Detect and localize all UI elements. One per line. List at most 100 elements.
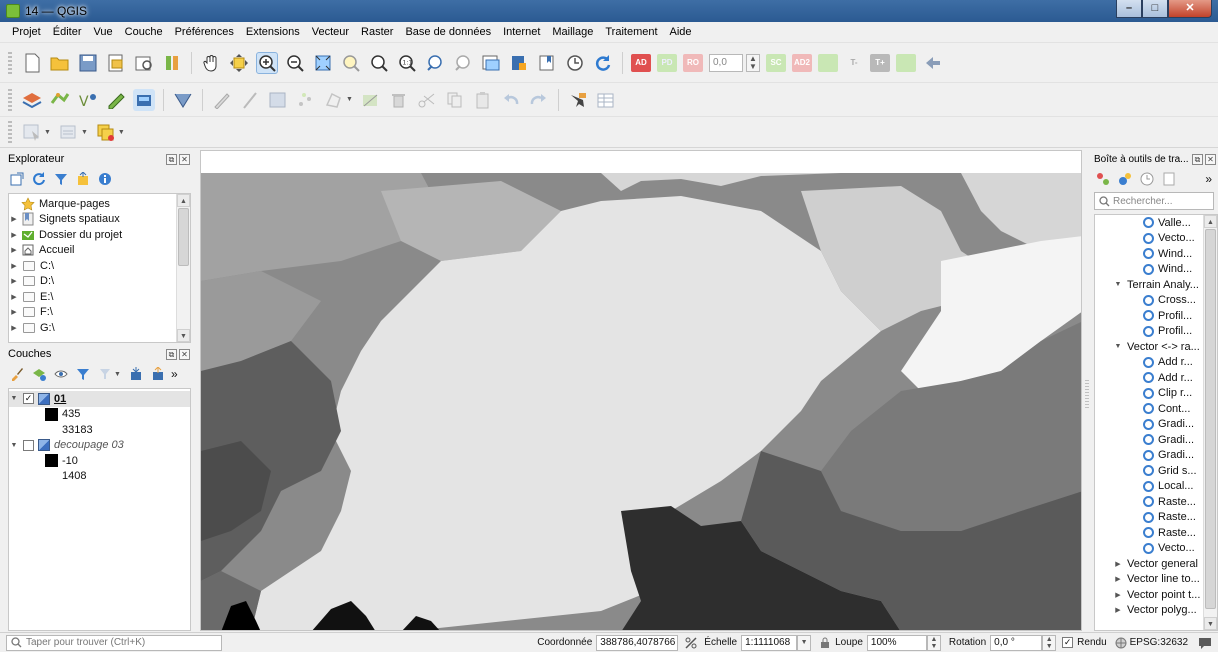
select-by-value-button[interactable]	[58, 121, 80, 143]
scroll-down-icon[interactable]: ▼	[1204, 617, 1217, 630]
rotation-spinner[interactable]: ▲ ▼	[1042, 634, 1057, 651]
toolbox-group-item[interactable]: ▼ Vector <-> ra...	[1095, 339, 1217, 355]
show-bookmarks-button[interactable]	[536, 52, 558, 74]
dropdown-arrow-icon[interactable]: ▼	[114, 371, 121, 378]
toolbox-search-input[interactable]: Rechercher...	[1094, 192, 1214, 210]
menu-internet[interactable]: Internet	[497, 26, 546, 38]
toolbox-algorithm-item[interactable]: Cont...	[1095, 401, 1217, 417]
scroll-down-icon[interactable]: ▼	[177, 329, 190, 342]
more-tools-icon[interactable]: »	[171, 367, 178, 381]
toolbox-algorithm-item[interactable]: Profil...	[1095, 324, 1217, 340]
expand-arrow-icon[interactable]: ▶	[9, 324, 19, 332]
toolbox-group-item[interactable]: ▼ Terrain Analy...	[1095, 277, 1217, 293]
expand-arrow-icon[interactable]: ▶	[9, 215, 19, 223]
results-viewer-button[interactable]	[1160, 170, 1178, 188]
expand-arrow-icon[interactable]: ▶	[9, 277, 19, 285]
layout-manager-button[interactable]	[133, 52, 155, 74]
crs-label[interactable]: EPSG:32632	[1130, 637, 1188, 648]
close-panel-button[interactable]: ✕	[179, 153, 190, 165]
float-panel-button[interactable]: ⧉	[1192, 153, 1203, 165]
lock-icon[interactable]	[819, 637, 831, 649]
toolbox-algorithm-item[interactable]: Cross...	[1095, 293, 1217, 309]
add-point-button[interactable]	[295, 89, 317, 111]
plugin-rotation-field[interactable]: 0,0	[709, 53, 743, 72]
menu-couche[interactable]: Couche	[119, 26, 169, 38]
select-features-button[interactable]	[21, 121, 43, 143]
toolbox-scrollbar[interactable]: ▲ ▼	[1203, 215, 1217, 630]
more-tools-icon[interactable]: »	[1205, 172, 1212, 186]
toolbox-algorithm-item[interactable]: Valle...	[1095, 215, 1217, 231]
plugin-rotation-spinner[interactable]: ▲ ▼	[746, 53, 760, 72]
identify-features-button[interactable]	[567, 89, 589, 111]
expand-arrow-icon[interactable]: ▶	[9, 262, 19, 270]
vertex-tool-button[interactable]	[360, 89, 382, 111]
deselect-features-button[interactable]	[95, 121, 117, 143]
menu-traitement[interactable]: Traitement	[599, 26, 663, 38]
menu-vue[interactable]: Vue	[88, 26, 119, 38]
toolbox-algorithm-item[interactable]: Wind...	[1095, 246, 1217, 262]
save-edits-button[interactable]	[267, 89, 289, 111]
dropdown-arrow-icon[interactable]: ▼	[118, 129, 125, 136]
close-panel-button[interactable]: ✕	[179, 348, 190, 360]
locator-search-input[interactable]: Taper pour trouver (Ctrl+K)	[6, 634, 222, 651]
pan-to-selection-button[interactable]	[228, 52, 250, 74]
expand-arrow-icon[interactable]: ▶	[9, 231, 19, 239]
toolbox-algorithm-item[interactable]: Clip r...	[1095, 386, 1217, 402]
toolbar-grip[interactable]	[8, 51, 12, 74]
digitize-pencil-button[interactable]	[105, 89, 127, 111]
close-panel-button[interactable]: ✕	[1205, 153, 1216, 165]
layer-row-decoupage-03[interactable]: ▼ decoupage 03	[9, 438, 190, 454]
open-project-button[interactable]	[49, 52, 71, 74]
menu-base-de-donnees[interactable]: Base de données	[399, 26, 497, 38]
edit-line-button[interactable]	[239, 89, 261, 111]
scripts-button[interactable]	[1116, 170, 1134, 188]
toggle-editing-button[interactable]	[211, 89, 233, 111]
new-print-layout-button[interactable]	[105, 52, 127, 74]
plugin-ro-button[interactable]: RO	[683, 53, 703, 72]
zoom-full-button[interactable]	[312, 52, 334, 74]
expand-arrow-icon[interactable]: ▶	[1113, 560, 1123, 568]
plugin-back-button[interactable]	[922, 52, 944, 74]
plugin-ad2-button[interactable]: AD2	[792, 53, 812, 72]
browser-item-project-folder[interactable]: ▶ Dossier du projet	[9, 227, 190, 243]
toolbox-algorithm-item[interactable]: Add r...	[1095, 370, 1217, 386]
browser-item-drive-e[interactable]: ▶ E:\	[9, 289, 190, 305]
expand-arrow-icon[interactable]: ▶	[1113, 575, 1123, 583]
plugin-pd-button[interactable]: PD	[657, 53, 677, 72]
crs-globe-icon[interactable]	[1115, 637, 1127, 649]
plugin-bracket-button[interactable]	[896, 53, 916, 72]
save-project-button[interactable]	[77, 52, 99, 74]
add-group-button[interactable]	[30, 365, 48, 383]
collapse-all-button[interactable]	[149, 365, 167, 383]
toolbox-group-item[interactable]: ▶ Vector polyg...	[1095, 603, 1217, 619]
rotation-field[interactable]: 0,0 °	[990, 634, 1043, 651]
plugin-ad-button[interactable]: AD	[631, 53, 651, 72]
virtual-layer-button[interactable]	[172, 89, 194, 111]
expand-arrow-icon[interactable]: ▶	[1113, 606, 1123, 614]
undo-button[interactable]	[500, 89, 522, 111]
collapse-arrow-icon[interactable]: ▼	[1113, 343, 1123, 350]
redo-button[interactable]	[528, 89, 550, 111]
toolbox-algorithm-item[interactable]: Profil...	[1095, 308, 1217, 324]
minimize-button[interactable]: –	[1116, 0, 1142, 18]
copy-features-button[interactable]	[444, 89, 466, 111]
toolbox-group-item[interactable]: ▶ Vector general	[1095, 556, 1217, 572]
plugin-blank-button[interactable]	[818, 53, 838, 72]
browser-item-drive-g[interactable]: ▶ G:\	[9, 320, 190, 336]
toolbox-algorithm-item[interactable]: Gradi...	[1095, 432, 1217, 448]
history-button[interactable]	[1138, 170, 1156, 188]
toolbox-algorithm-item[interactable]: Raste...	[1095, 494, 1217, 510]
dropdown-arrow-icon[interactable]: ▼	[81, 129, 88, 136]
plugin-sc-button[interactable]: SC	[766, 53, 786, 72]
scroll-up-icon[interactable]: ▲	[1204, 215, 1217, 228]
maximize-button[interactable]: □	[1142, 0, 1168, 18]
add-selected-layers-button[interactable]	[8, 170, 26, 188]
refresh-browser-button[interactable]	[30, 170, 48, 188]
zoom-last-button[interactable]	[424, 52, 446, 74]
menu-editer[interactable]: Éditer	[47, 26, 88, 38]
plugin-t-minus-button[interactable]: T-	[844, 54, 864, 72]
filter-browser-button[interactable]	[52, 170, 70, 188]
add-vertex-layer-button[interactable]: V	[77, 89, 99, 111]
expand-arrow-icon[interactable]: ▶	[9, 293, 19, 301]
browser-item-drive-c[interactable]: ▶ C:\	[9, 258, 190, 274]
